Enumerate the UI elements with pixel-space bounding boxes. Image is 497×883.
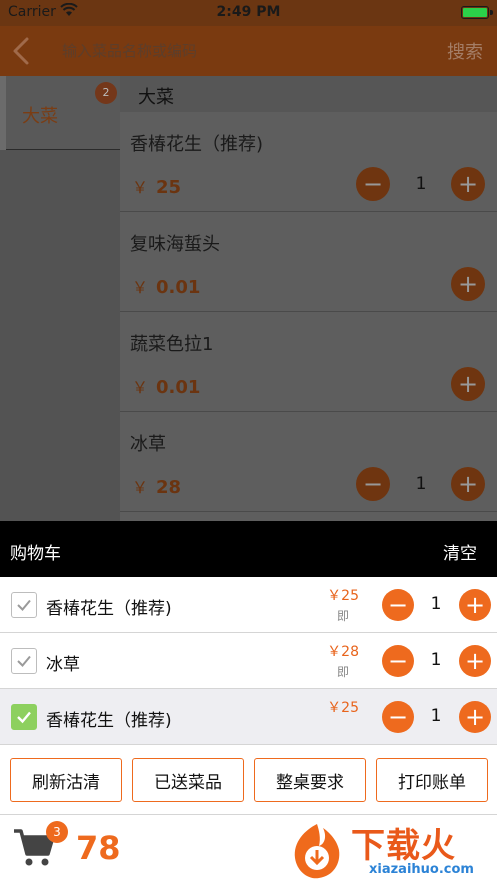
currency-symbol: ￥ — [132, 478, 149, 497]
dish-row[interactable]: 香椿花生（推荐) ￥ 25 − 1 + — [120, 112, 497, 212]
dish-name: 蔬菜色拉1 — [130, 334, 214, 355]
category-item-dacai[interactable]: 大菜 2 — [0, 76, 120, 150]
category-sidebar: 大菜 2 — [0, 76, 120, 521]
dish-quantity: 1 — [415, 474, 427, 494]
flame-icon — [294, 824, 340, 879]
check-icon — [17, 711, 31, 724]
dish-row[interactable]: 复味海蜇头 ￥ 0.01 + — [120, 212, 497, 312]
cart-item[interactable]: 冰草 ￥28 即 − 1 + — [0, 633, 497, 689]
increase-button[interactable]: + — [459, 701, 491, 733]
dish-price: ￥ 0.01 — [132, 374, 200, 398]
watermark-url: xiazaihuo.com — [369, 862, 474, 877]
print-bill-button[interactable]: 打印账单 — [376, 758, 488, 802]
watermark-text: 下载火 — [351, 826, 456, 866]
nav-bar: 搜索 — [0, 26, 497, 76]
action-bar: 刷新沽清 已送菜品 整桌要求 打印账单 — [0, 745, 497, 815]
refresh-soldout-button[interactable]: 刷新沽清 — [10, 758, 122, 802]
dish-name: 香椿花生（推荐) — [130, 134, 264, 155]
decrease-button[interactable]: − — [356, 167, 390, 201]
cart-item-note: 即 — [336, 609, 349, 623]
category-count-badge: 2 — [95, 82, 117, 104]
back-icon[interactable] — [10, 36, 36, 66]
cart-item-quantity: 1 — [430, 650, 442, 670]
increase-button[interactable]: + — [451, 467, 485, 501]
currency-symbol: ￥ — [132, 378, 149, 397]
dish-quantity: 1 — [415, 174, 427, 194]
search-input[interactable] — [50, 36, 420, 66]
cart-item-price: ￥25 — [327, 588, 359, 604]
section-header: 大菜 — [120, 76, 497, 112]
battery-icon — [461, 6, 493, 19]
check-icon — [17, 599, 31, 611]
search-button[interactable]: 搜索 — [447, 38, 483, 64]
dish-price-value: 0.01 — [156, 277, 201, 298]
cart-header: 购物车 清空 — [0, 521, 497, 577]
cart-item[interactable]: 香椿花生（推荐) ￥25 − 1 + — [0, 689, 497, 745]
cart-item-price: ￥25 — [327, 700, 359, 716]
dish-name: 复味海蜇头 — [130, 234, 220, 255]
dish-list: 大菜 香椿花生（推荐) ￥ 25 − 1 + 复味海蜇头 ￥ 0.01 + 蔬菜色拉… — [120, 76, 497, 521]
cart-item[interactable]: 香椿花生（推荐) ￥25 即 − 1 + — [0, 577, 497, 633]
dish-price: ￥ 25 — [132, 174, 181, 198]
dish-price-value: 28 — [156, 477, 182, 498]
dish-row[interactable]: 蔬菜色拉1 ￥ 0.01 + — [120, 312, 497, 412]
checkbox[interactable] — [11, 704, 37, 730]
decrease-button[interactable]: − — [382, 701, 414, 733]
check-icon — [17, 655, 31, 667]
increase-button[interactable]: + — [451, 167, 485, 201]
increase-button[interactable]: + — [451, 267, 485, 301]
cart-total: 78 — [76, 829, 121, 867]
checkbox[interactable] — [11, 592, 37, 618]
category-label: 大菜 — [22, 106, 58, 127]
currency-symbol: ￥ — [132, 178, 149, 197]
cart-count-badge: 3 — [46, 821, 68, 843]
cart-item-name: 冰草 — [46, 655, 80, 675]
watermark-logo: 下载火 xiazaihuo.com — [287, 818, 497, 883]
clear-cart-button[interactable]: 清空 — [443, 539, 477, 564]
increase-button[interactable]: + — [451, 367, 485, 401]
dish-name: 冰草 — [130, 434, 166, 455]
currency-symbol: ￥ — [132, 278, 149, 297]
dish-row[interactable]: 冰草 ￥ 28 − 1 + — [120, 412, 497, 512]
section-title: 大菜 — [138, 87, 174, 108]
cart-item-name: 香椿花生（推荐) — [46, 711, 172, 731]
status-bar: Carrier 2:49 PM — [0, 0, 497, 26]
cart-item-name: 香椿花生（推荐) — [46, 599, 172, 619]
active-indicator — [0, 76, 6, 150]
served-dishes-button[interactable]: 已送菜品 — [132, 758, 244, 802]
cart-item-quantity: 1 — [430, 706, 442, 726]
decrease-button[interactable]: − — [356, 467, 390, 501]
status-time: 2:49 PM — [216, 4, 281, 20]
table-request-button[interactable]: 整桌要求 — [254, 758, 366, 802]
decrease-button[interactable]: − — [382, 589, 414, 621]
dish-price: ￥ 0.01 — [132, 274, 200, 298]
dish-price: ￥ 28 — [132, 474, 181, 498]
increase-button[interactable]: + — [459, 589, 491, 621]
cart-item-quantity: 1 — [430, 594, 442, 614]
cart-title: 购物车 — [10, 544, 61, 564]
decrease-button[interactable]: − — [382, 645, 414, 677]
dish-price-value: 25 — [156, 177, 182, 198]
cart-item-note: 即 — [336, 665, 349, 679]
dish-price-value: 0.01 — [156, 377, 201, 398]
cart-item-price: ￥28 — [327, 644, 359, 660]
increase-button[interactable]: + — [459, 645, 491, 677]
checkbox[interactable] — [11, 648, 37, 674]
